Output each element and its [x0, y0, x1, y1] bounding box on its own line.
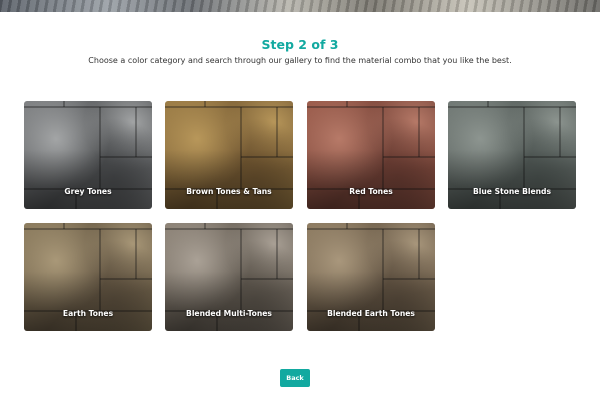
category-label: Blue Stone Blends	[472, 187, 551, 196]
category-tile-red-tones[interactable]: Red Tones	[307, 101, 435, 209]
step-instructions: Choose a color category and search throu…	[88, 56, 512, 65]
category-tile-blended-earth-tones[interactable]: Blended Earth Tones	[307, 223, 435, 331]
category-tile-blended-multi-tones[interactable]: Blended Multi-Tones	[165, 223, 293, 331]
category-tile-brown-tones-tans[interactable]: Brown Tones & Tans	[165, 101, 293, 209]
category-label: Blended Multi-Tones	[186, 309, 272, 318]
category-tile-earth-tones[interactable]: Earth Tones	[24, 223, 152, 331]
category-label: Brown Tones & Tans	[186, 187, 272, 196]
back-button[interactable]: Back	[280, 369, 310, 387]
category-label: Earth Tones	[62, 309, 114, 318]
category-tile-blue-stone-blends[interactable]: Blue Stone Blends	[448, 101, 576, 209]
category-label: Blended Earth Tones	[327, 309, 415, 318]
step-title: Step 2 of 3	[261, 37, 339, 52]
hero-image-strip	[0, 0, 600, 12]
category-label: Grey Tones	[64, 187, 112, 196]
category-tile-grey-tones[interactable]: Grey Tones	[24, 101, 152, 209]
category-label: Red Tones	[349, 187, 393, 196]
